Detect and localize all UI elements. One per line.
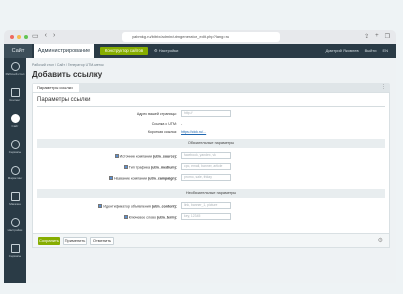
main-content: Рабочий стол / Сайт / Генератор UTM-мето… bbox=[26, 58, 396, 283]
utm-link-label: Ссылка с UTM: bbox=[151, 122, 177, 126]
admin-tab[interactable]: Администрирование bbox=[34, 44, 94, 58]
utm-content-input[interactable]: link, banner_1, picture bbox=[181, 202, 231, 209]
tab-menu-icon[interactable]: ⋮ bbox=[381, 84, 386, 90]
address-bar[interactable]: yabmkg.ru/bitrix/admin/utmgenerator_edit… bbox=[122, 32, 280, 42]
admin-sidebar: Рабочий стол Контент Сайт Сервисы Маркет… bbox=[4, 58, 26, 283]
back-icon[interactable]: ‹ bbox=[45, 32, 47, 40]
sidebar-item-desktop[interactable]: Рабочий стол bbox=[4, 62, 26, 84]
favorite-star-icon[interactable]: ☆ bbox=[89, 71, 94, 78]
tab-bar: Параметры ссылки ⋮ bbox=[32, 83, 390, 92]
new-tab-icon[interactable]: + bbox=[375, 33, 379, 40]
utm-source-label: Источник компании (utm_source): bbox=[37, 154, 177, 159]
user-area: Дмитрий Яковлев Выйти EN bbox=[326, 44, 388, 58]
settings-icon bbox=[10, 218, 20, 227]
site-constructor-button[interactable]: Конструктор сайтов bbox=[100, 47, 148, 55]
desktop-icon bbox=[10, 62, 20, 71]
more-icon bbox=[10, 244, 20, 253]
sidebar-item-site[interactable]: Сайт bbox=[4, 114, 26, 136]
settings-link[interactable]: ⚙ Настройки bbox=[154, 44, 178, 58]
browser-actions: ⇪ + ❐ bbox=[364, 33, 390, 40]
admin-header: Сайт Администрирование Конструктор сайто… bbox=[4, 44, 396, 58]
sidebar-toggle-icon[interactable]: ▭ bbox=[32, 32, 39, 40]
utm-content-label: Идентификатор объявления (utm_content): bbox=[37, 204, 177, 209]
utm-source-checkbox[interactable] bbox=[114, 154, 119, 158]
utm-medium-input[interactable]: cpc, email, banner, article bbox=[181, 163, 231, 170]
close-window-button[interactable] bbox=[10, 35, 14, 39]
sidebar-item-content[interactable]: Контент bbox=[4, 88, 26, 110]
save-button[interactable]: Сохранить bbox=[38, 237, 60, 245]
utm-source-input[interactable]: facebook, yandex, vk bbox=[181, 152, 231, 159]
utm-medium-checkbox[interactable] bbox=[123, 165, 128, 169]
gear-icon[interactable]: ⚙ bbox=[378, 237, 383, 244]
exit-link[interactable]: Выйти bbox=[365, 44, 377, 58]
utm-term-checkbox[interactable] bbox=[123, 215, 128, 219]
form-panel: Параметры ссылки Адрес вашей страницы: h… bbox=[32, 92, 390, 234]
breadcrumb[interactable]: Рабочий стол / Сайт / Генератор UTM-мето… bbox=[32, 63, 104, 67]
services-icon bbox=[10, 140, 20, 149]
maximize-window-button[interactable] bbox=[24, 35, 28, 39]
cancel-button[interactable]: Отменить bbox=[90, 237, 114, 245]
apply-button[interactable]: Применить bbox=[63, 237, 87, 245]
short-link-label: Короткая ссылка: bbox=[147, 130, 177, 134]
utm-campaign-input[interactable]: promo, sale, friday bbox=[181, 174, 231, 181]
content-icon bbox=[10, 88, 20, 97]
utm-link-value: - bbox=[181, 122, 183, 126]
utm-medium-label: Тип трафика (utm_medium): bbox=[37, 165, 177, 170]
form-buttons: Сохранить Применить Отменить ⚙ bbox=[32, 234, 390, 248]
optional-section-header: Необязательные параметры bbox=[37, 189, 385, 198]
sidebar-item-store[interactable]: Магазин bbox=[4, 192, 26, 214]
store-icon bbox=[10, 192, 20, 201]
utm-campaign-label: Название компании (utm_campaign): bbox=[37, 176, 177, 181]
panel-title: Параметры ссылки bbox=[37, 97, 91, 103]
marketing-icon bbox=[10, 166, 20, 175]
window-controls[interactable] bbox=[10, 35, 28, 39]
tabs-icon[interactable]: ❐ bbox=[385, 33, 390, 40]
sidebar-item-services[interactable]: Сервисы bbox=[4, 140, 26, 162]
sidebar-item-settings[interactable]: Настройки bbox=[4, 218, 26, 240]
user-menu[interactable]: Дмитрий Яковлев bbox=[326, 44, 359, 58]
browser-nav: ▭ ‹ › bbox=[32, 32, 55, 40]
utm-content-checkbox[interactable] bbox=[98, 204, 103, 208]
browser-toolbar: ▭ ‹ › yabmkg.ru/bitrix/admin/utmgenerato… bbox=[4, 30, 396, 44]
tab-link-params[interactable]: Параметры ссылки bbox=[33, 84, 79, 92]
site-tab[interactable]: Сайт bbox=[4, 44, 32, 58]
utm-term-input[interactable]: key, 12345 bbox=[181, 213, 231, 220]
sidebar-item-more[interactable]: Сервисы bbox=[4, 244, 26, 266]
site-icon bbox=[10, 114, 20, 123]
language-switch[interactable]: EN bbox=[382, 44, 388, 58]
divider bbox=[37, 106, 385, 107]
utm-term-label: Ключевое слово (utm_term): bbox=[37, 215, 177, 220]
forward-icon[interactable]: › bbox=[53, 32, 55, 40]
page-address-input[interactable]: http:// bbox=[181, 110, 231, 117]
page-address-label: Адрес вашей страницы: bbox=[136, 112, 177, 116]
sidebar-item-marketing[interactable]: Маркетинг bbox=[4, 166, 26, 188]
required-section-header: Обязательные параметры bbox=[37, 139, 385, 148]
share-icon[interactable]: ⇪ bbox=[364, 33, 369, 40]
utm-campaign-checkbox[interactable] bbox=[108, 176, 113, 180]
short-link-value[interactable]: https://clck.ru/... bbox=[181, 130, 206, 134]
minimize-window-button[interactable] bbox=[17, 35, 21, 39]
